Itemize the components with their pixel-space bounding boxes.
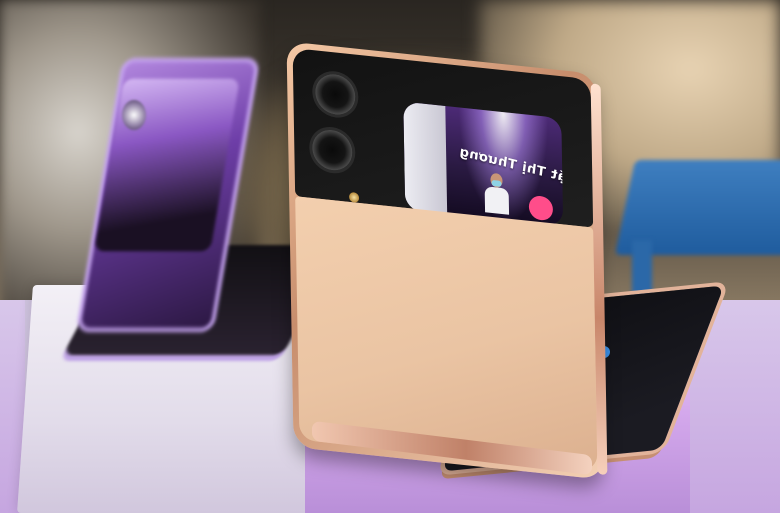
left-phone-camera-icon bbox=[122, 100, 146, 130]
person-body bbox=[484, 186, 510, 215]
cover-screen-wall bbox=[403, 101, 448, 215]
main-phone-top-half: Mặt Thị Thương bbox=[286, 41, 608, 480]
camera-lens-icon bbox=[314, 72, 356, 117]
face-mask bbox=[491, 179, 502, 187]
person-on-cover-screen bbox=[484, 172, 510, 215]
product-photo-scene: Mặt Thị Thương bbox=[0, 0, 780, 513]
camera-lens-icon bbox=[311, 127, 353, 173]
cover-screen: Mặt Thị Thương bbox=[403, 101, 564, 227]
